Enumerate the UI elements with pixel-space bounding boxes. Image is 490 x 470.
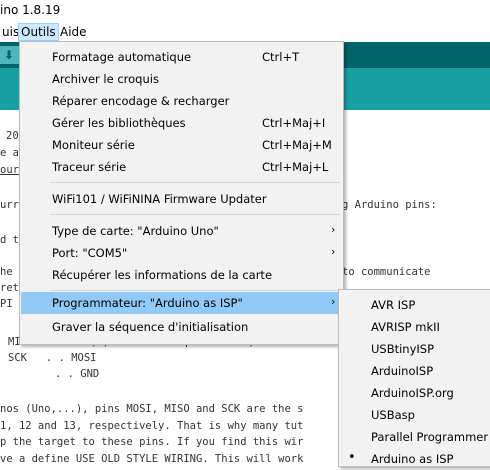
submenu-arrow-icon: › [331,295,336,308]
menu-item-programmer[interactable]: Programmateur: "Arduino as ISP" › [21,292,342,314]
menu-item-port[interactable]: Port: "COM5" › [21,242,342,264]
menu-item-shortcut: Ctrl+Maj+L [262,160,329,174]
code-line: urr [0,199,19,211]
code-line: PI [0,298,13,310]
submenu-item-label: USBasp [371,408,415,422]
submenu-arrow-icon: › [331,223,336,236]
programmer-avr-isp[interactable]: AVR ISP [340,294,490,316]
menu-item-burn-bootloader[interactable]: Graver la séquence d'initialisation [21,316,342,338]
menu-item-label: Programmateur: "Arduino as ISP" [52,296,243,310]
menu-item-label: Moniteur série [52,138,135,152]
menu-bar: uis Outils Aide [0,22,490,42]
menu-item-serial-monitor[interactable]: Moniteur série Ctrl+Maj+M [21,134,342,156]
code-line: ve a define USE OLD STYLE WIRING. This w… [0,453,304,465]
upload-arrow-icon: ⬇ [4,48,15,62]
menu-item-label: Formatage automatique [52,50,192,64]
menu-item-board-info[interactable]: Récupérer les informations de la carte [21,264,342,286]
code-line: to communicate [342,266,431,278]
programmer-arduino-as-isp[interactable]: • Arduino as ISP [340,448,490,470]
menu-item-label: Gérer les bibliothèques [52,116,186,130]
code-line: e a [0,147,19,159]
menu-separator [50,182,340,183]
programmer-usbasp[interactable]: USBasp [340,404,490,426]
code-line: g Arduino pins: [342,199,437,211]
menu-item-fix-encoding[interactable]: Réparer encodage & recharger [21,90,342,112]
menu-item-serial-plotter[interactable]: Traceur série Ctrl+Maj+L [21,156,342,178]
menu-item-label: Port: "COM5" [52,246,128,260]
programmer-avrisp-mkii[interactable]: AVRISP mkII [340,316,490,338]
selected-bullet-icon: • [348,450,356,465]
code-line: nos (Uno,...), pins MOSI, MISO and SCK a… [0,403,304,415]
code-line: 1, 12 and 13, respectively. That is why … [0,420,304,432]
menu-item-label: Type de carte: "Arduino Uno" [52,224,219,238]
programmer-usbtinyisp[interactable]: USBtinyISP [340,338,490,360]
menu-item-label: Traceur série [52,160,127,174]
programmer-arduinoisp[interactable]: ArduinoISP [340,360,490,382]
menu-item-archive-sketch[interactable]: Archiver le croquis [21,68,342,90]
menu-outils[interactable]: Outils [18,23,59,41]
programmer-arduinoisp-org[interactable]: ArduinoISP.org [340,382,490,404]
submenu-item-label: Arduino as ISP [371,452,454,466]
code-line: he [0,266,13,278]
menu-item-label: WiFi101 / WiFiNINA Firmware Updater [52,192,267,206]
menu-item-shortcut: Ctrl+Maj+I [262,116,326,130]
upload-button[interactable]: ⬇ [0,46,20,64]
window-title: ino 1.8.19 [0,3,61,17]
submenu-item-label: ArduinoISP.org [371,386,454,400]
submenu-arrow-icon: › [331,245,336,258]
code-line: p the target to these pins. If you find … [0,436,304,448]
menu-item-shortcut: Ctrl+Maj+M [262,138,332,152]
code-line: d t [0,234,19,246]
submenu-item-label: USBtinyISP [371,342,435,356]
menu-aide[interactable]: Aide [58,24,89,40]
code-line: . . GND [55,368,100,380]
menu-separator [50,214,340,215]
submenu-item-label: ArduinoISP [371,364,434,378]
title-bar: ino 1.8.19 [0,0,490,22]
programmer-parallel[interactable]: Parallel Programmer [340,426,490,448]
code-line: SCK . . MOSI [8,352,97,364]
code-line: 20 [6,130,19,142]
menu-item-manage-libraries[interactable]: Gérer les bibliothèques Ctrl+Maj+I [21,112,342,134]
submenu-item-label: AVR ISP [371,298,416,312]
menu-item-shortcut: Ctrl+T [262,50,300,64]
menu-item-board-type[interactable]: Type de carte: "Arduino Uno" › [21,220,342,242]
menu-item-label: Graver la séquence d'initialisation [52,320,249,334]
menu-separator [50,290,340,291]
menu-item-label: Archiver le croquis [52,72,159,86]
tools-menu: Formatage automatique Ctrl+T Archiver le… [19,41,344,345]
menu-item-firmware-updater[interactable]: WiFi101 / WiFiNINA Firmware Updater [21,188,342,210]
submenu-item-label: Parallel Programmer [371,430,489,444]
menu-item-label: Réparer encodage & recharger [52,94,230,108]
menu-item-auto-format[interactable]: Formatage automatique Ctrl+T [21,46,342,68]
menu-item-label: Récupérer les informations de la carte [52,268,273,282]
programmer-submenu: AVR ISP AVRISP mkII USBtinyISP ArduinoIS… [338,289,490,467]
submenu-item-label: AVRISP mkII [371,320,440,334]
